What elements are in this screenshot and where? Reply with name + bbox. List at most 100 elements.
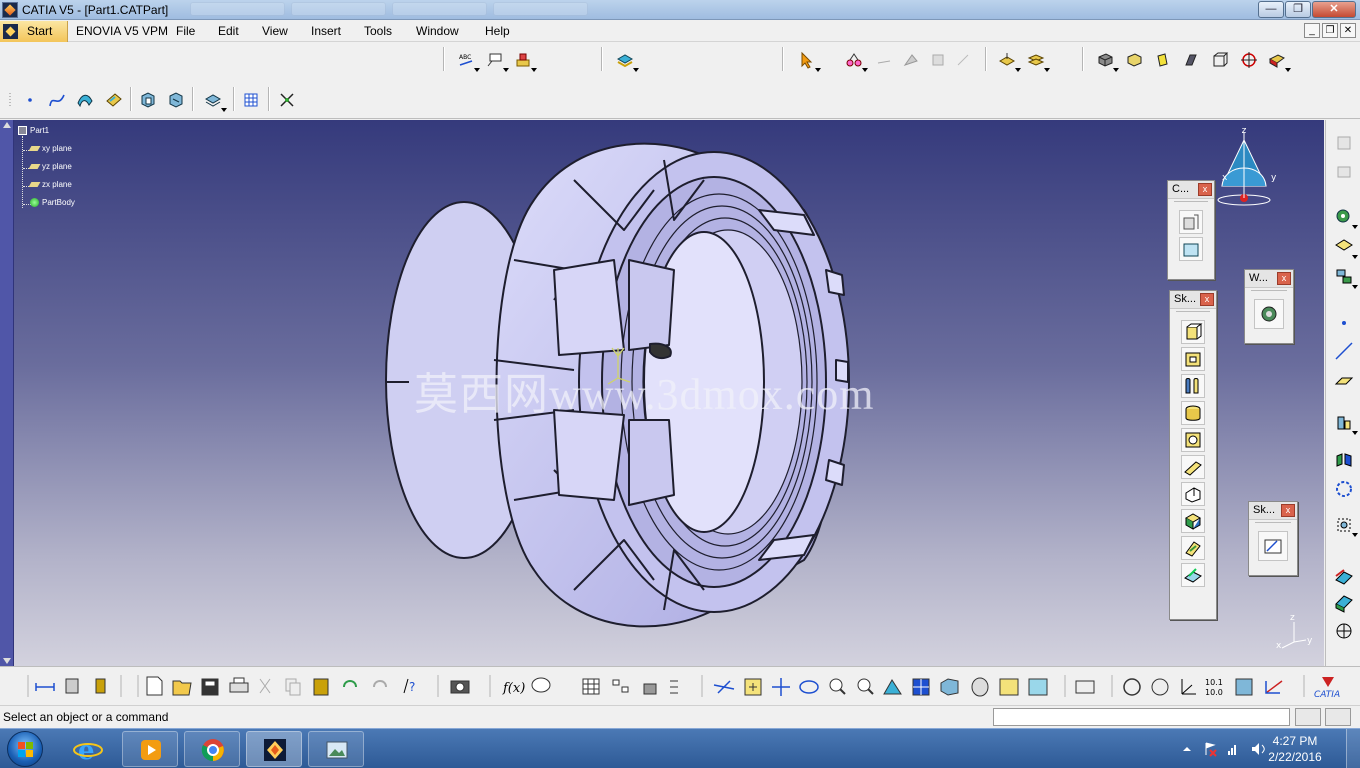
menu-file[interactable]: File xyxy=(176,24,195,38)
knowledge-icon[interactable] xyxy=(1333,236,1358,259)
doc-close-button[interactable]: ✕ xyxy=(1340,23,1356,38)
line-icon[interactable] xyxy=(1333,340,1355,362)
disabled-reference-icon xyxy=(1333,132,1355,154)
menu-insert[interactable]: Insert xyxy=(311,24,341,38)
fillet-icon[interactable] xyxy=(1333,412,1358,435)
text-with-leader-icon[interactable]: ABC xyxy=(455,49,480,72)
surface-based-icon[interactable] xyxy=(1333,566,1355,588)
transformation-icon[interactable] xyxy=(202,89,227,112)
taskbar-ie[interactable]: e xyxy=(60,731,116,767)
stiffener-icon[interactable] xyxy=(1181,536,1205,560)
compass-icon xyxy=(1217,132,1271,206)
constraints-palette[interactable]: C... x xyxy=(1167,180,1215,280)
catalog-browser-icon[interactable] xyxy=(843,49,868,72)
scroll-up-icon[interactable] xyxy=(3,122,11,128)
palette-close-button[interactable]: x xyxy=(1198,183,1212,196)
pocket-icon[interactable] xyxy=(1181,347,1205,371)
shading-icon[interactable] xyxy=(1266,49,1291,72)
plane-icon[interactable] xyxy=(1333,370,1355,392)
grid-icon[interactable] xyxy=(240,89,262,111)
scroll-down-icon[interactable] xyxy=(3,658,11,664)
fit-target-icon[interactable] xyxy=(1238,49,1260,71)
mirror-icon[interactable] xyxy=(1333,450,1355,472)
sketch-point-icon[interactable] xyxy=(1333,312,1355,334)
boolean-add-icon[interactable] xyxy=(137,89,159,111)
sketch-icon[interactable] xyxy=(1258,531,1288,561)
taskbar-catia[interactable] xyxy=(246,731,302,767)
maximize-button[interactable]: ❐ xyxy=(1285,1,1311,18)
rib-icon[interactable] xyxy=(1181,455,1205,479)
hole-icon[interactable] xyxy=(1181,428,1205,452)
view-top-icon[interactable] xyxy=(1180,49,1202,71)
status-power-input-button[interactable] xyxy=(1325,708,1351,726)
thick-surface-right-icon[interactable] xyxy=(1333,592,1355,614)
pad-icon[interactable] xyxy=(1181,320,1205,344)
view-iso-icon[interactable] xyxy=(1094,49,1119,72)
thick-surface-icon[interactable] xyxy=(103,89,125,111)
measure-icon[interactable] xyxy=(1333,620,1355,642)
minimize-button[interactable]: — xyxy=(1258,1,1284,18)
menu-tools[interactable]: Tools xyxy=(364,24,392,38)
command-input[interactable] xyxy=(993,708,1290,726)
axis-icon xyxy=(1181,679,1196,695)
clock-time[interactable]: 4:27 PM xyxy=(1260,734,1330,748)
multi-view-icon xyxy=(912,678,930,696)
constraint-icon[interactable] xyxy=(1179,210,1203,234)
scale-icon[interactable] xyxy=(1333,514,1358,537)
plane-feature-icon[interactable] xyxy=(1025,49,1050,72)
menu-enovia[interactable]: ENOVIA V5 VPM xyxy=(76,24,168,38)
workbench-palette[interactable]: W... x xyxy=(1244,269,1294,344)
close-button[interactable]: ✕ xyxy=(1312,1,1356,18)
taskbar-photo-viewer[interactable] xyxy=(308,731,364,767)
solid-combine-icon[interactable] xyxy=(1181,509,1205,533)
palette-close-button[interactable]: x xyxy=(1281,504,1295,517)
tree-scrollbar[interactable] xyxy=(0,120,14,666)
doc-minimize-button[interactable]: _ xyxy=(1304,23,1320,38)
taskbar-chrome[interactable] xyxy=(184,731,240,767)
menu-help[interactable]: Help xyxy=(485,24,510,38)
palette-close-button[interactable]: x xyxy=(1200,293,1214,306)
clock-date[interactable]: 2/22/2016 xyxy=(1260,750,1330,764)
3d-viewport[interactable]: Part1 xy plane yz plane zx plane PartBod… xyxy=(14,120,1324,666)
pad-feature-icon[interactable] xyxy=(996,49,1021,72)
zoom-in-icon xyxy=(829,678,846,695)
groove-icon[interactable] xyxy=(1181,401,1205,425)
view-right-icon[interactable] xyxy=(1151,49,1173,71)
surface-icon[interactable] xyxy=(74,89,96,111)
spline-icon[interactable] xyxy=(46,89,68,111)
window-title-bar: CATIA V5 - [Part1.CATPart] — ❐ ✕ xyxy=(0,0,1360,20)
top-toolbars: ABC xyxy=(0,43,1360,119)
snap-point-icon[interactable] xyxy=(276,89,298,111)
doc-restore-button[interactable]: ❐ xyxy=(1322,23,1338,38)
point-icon[interactable] xyxy=(19,89,41,111)
constraint-box-icon[interactable] xyxy=(1179,237,1203,261)
menu-edit[interactable]: Edit xyxy=(218,24,239,38)
windows-start-button[interactable] xyxy=(7,731,43,767)
multi-section-solid-icon[interactable] xyxy=(1181,563,1205,587)
flag-note-icon[interactable] xyxy=(484,49,509,72)
sketcher-palette[interactable]: Sk... x xyxy=(1248,501,1298,576)
apply-material-icon[interactable] xyxy=(614,49,639,72)
shaft-icon[interactable] xyxy=(1181,374,1205,398)
boolean-remove-icon[interactable] xyxy=(165,89,187,111)
pattern-icon[interactable] xyxy=(1333,478,1355,500)
view-front-icon[interactable] xyxy=(1123,49,1145,71)
windows-logo-icon xyxy=(18,742,34,758)
taskbar-media-player[interactable] xyxy=(122,731,178,767)
disabled-measure-icon xyxy=(928,49,950,71)
palette-close-button[interactable]: x xyxy=(1277,272,1291,285)
sketch-based-features-palette[interactable]: Sk... x xyxy=(1169,290,1217,620)
part-design-workbench-icon[interactable] xyxy=(1254,299,1284,329)
view-wireframe-icon[interactable] xyxy=(1209,49,1231,71)
menu-view[interactable]: View xyxy=(262,24,288,38)
formula-icon[interactable] xyxy=(1333,206,1358,229)
tray-icons[interactable] xyxy=(1180,741,1270,760)
menu-start[interactable]: Start xyxy=(0,21,68,42)
select-arrow-icon[interactable] xyxy=(796,49,821,72)
law-icon[interactable] xyxy=(1333,266,1358,289)
slot-icon[interactable] xyxy=(1181,482,1205,506)
annotation-3d-icon[interactable] xyxy=(512,49,537,72)
status-window-button[interactable] xyxy=(1295,708,1321,726)
show-desktop-button[interactable] xyxy=(1346,729,1360,768)
menu-window[interactable]: Window xyxy=(416,24,459,38)
